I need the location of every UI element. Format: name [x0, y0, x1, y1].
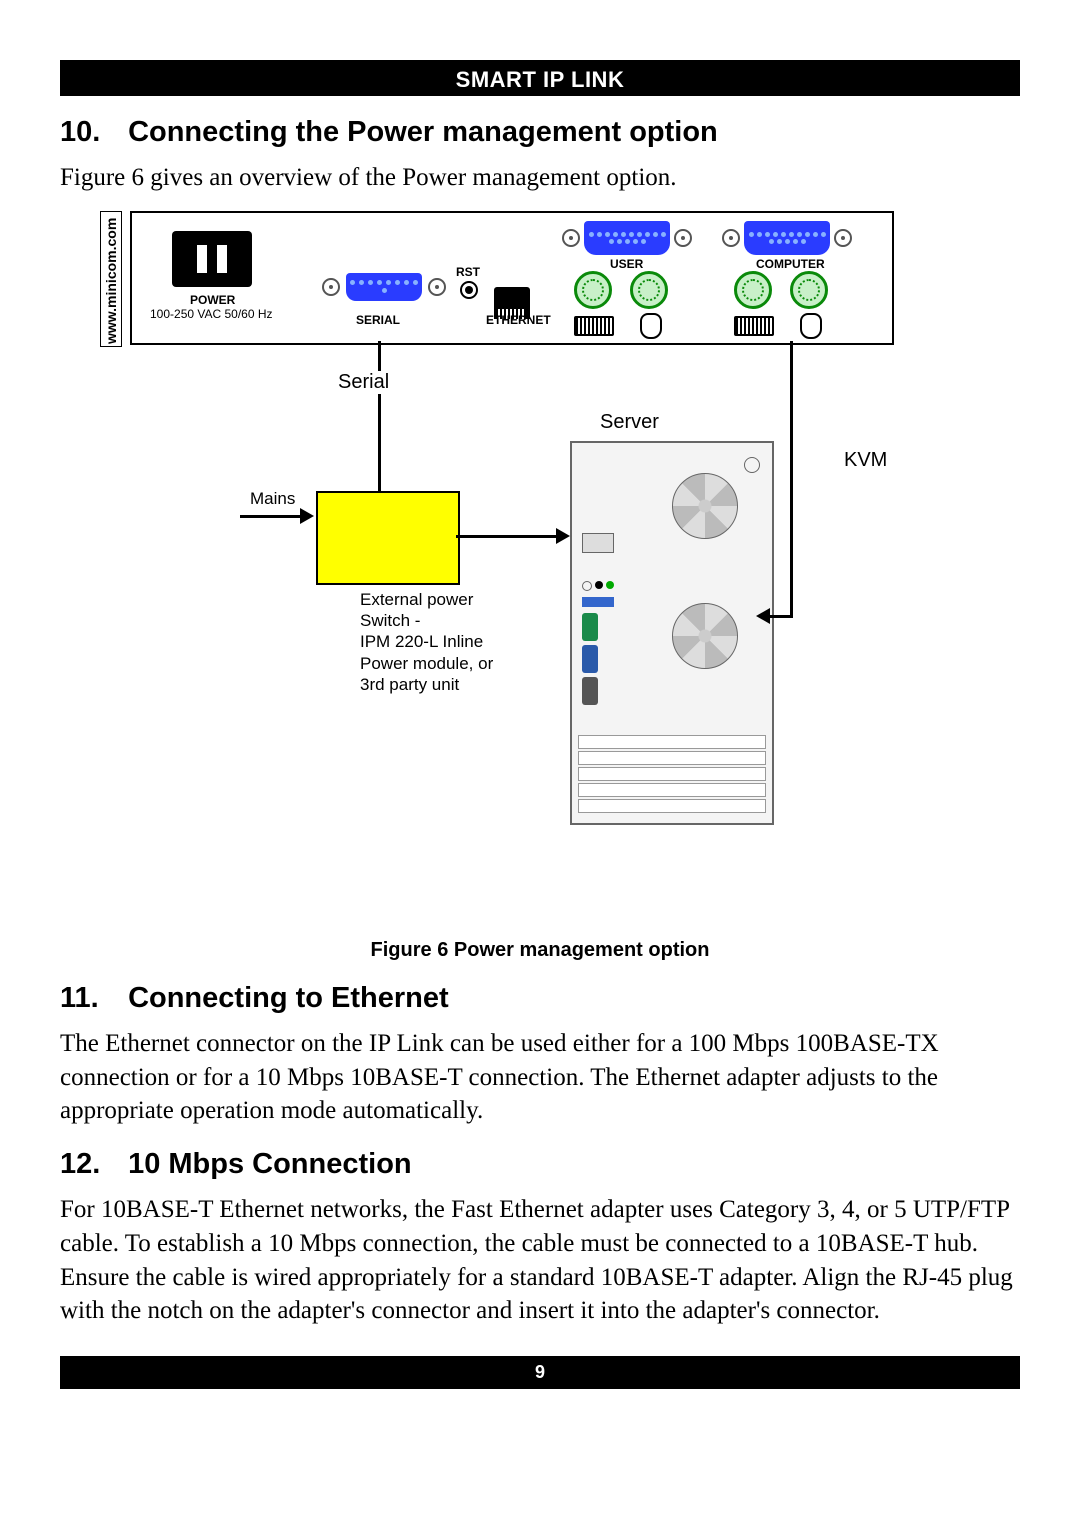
section-number: 11. [60, 982, 120, 1015]
header-bar: SMART IP LINK [60, 60, 1020, 96]
mains-arrow-line [240, 515, 300, 518]
user-vga [562, 221, 692, 255]
mouse-icon [800, 313, 822, 339]
power-sub-label: 100-250 VAC 50/60 Hz [150, 307, 273, 321]
screw-icon [674, 229, 692, 247]
ext-line5: 3rd party unit [360, 675, 459, 694]
section-number: 12. [60, 1148, 120, 1181]
mains-label: Mains [250, 489, 295, 509]
kvm-line-v [790, 341, 793, 615]
section-heading-12: 12. 10 Mbps Connection [60, 1148, 1020, 1181]
screw-icon [722, 229, 740, 247]
serial-label: Serial [332, 371, 395, 394]
computer-vga [722, 221, 852, 255]
ps2-mouse-icon [630, 271, 668, 309]
rst-label: RST [456, 265, 480, 279]
section-11-paragraph: The Ethernet connector on the IP Link ca… [60, 1027, 1020, 1128]
computer-icons [734, 313, 822, 339]
kvm-label: KVM [844, 449, 887, 472]
user-icons [574, 313, 662, 339]
kvm-line-h [770, 615, 793, 618]
power-inlet [172, 231, 252, 287]
section-number: 10. [60, 116, 120, 149]
external-power-switch-box [316, 491, 460, 585]
ext-line2: Switch - [360, 611, 420, 630]
power-plug-icon [172, 231, 252, 287]
keyboard-icon [574, 316, 614, 336]
brand-label: www.minicom.com [100, 211, 122, 347]
computer-ps2-row [734, 271, 828, 309]
ps2-keyboard-icon [574, 271, 612, 309]
section-heading-11: 11. Connecting to Ethernet [60, 982, 1020, 1015]
fan-icon [672, 473, 738, 539]
to-server-line [456, 535, 556, 538]
section-12-paragraph: For 10BASE-T Ethernet networks, the Fast… [60, 1193, 1020, 1328]
server-ports [582, 533, 618, 708]
expansion-slots [572, 733, 772, 815]
mouse-icon [640, 313, 662, 339]
ip-link-rear-panel: POWER 100-250 VAC 50/60 Hz SERIAL RST ET… [130, 211, 894, 345]
ethernet-label: ETHERNET [486, 313, 551, 327]
screw-icon [834, 229, 852, 247]
section-title: Connecting the Power management option [128, 116, 718, 148]
to-server-arrow-head [556, 528, 570, 544]
section-title: 10 Mbps Connection [128, 1148, 412, 1180]
vga-connector-icon [584, 221, 670, 255]
screw-icon [322, 278, 340, 296]
user-label: USER [610, 257, 643, 271]
fan-icon [672, 603, 738, 669]
serial-port [322, 273, 446, 301]
user-ps2-row [574, 271, 668, 309]
header-title: SMART IP LINK [456, 67, 625, 92]
vga-connector-icon [744, 221, 830, 255]
external-power-caption: External power Switch - IPM 220-L Inline… [360, 589, 493, 695]
screw-icon [562, 229, 580, 247]
footer-bar: 9 [60, 1356, 1020, 1389]
ps2-mouse-icon [790, 271, 828, 309]
reset-button-icon [460, 281, 478, 299]
server-tower [570, 441, 774, 825]
keyboard-icon [734, 316, 774, 336]
kvm-arrow-head [756, 608, 770, 624]
mains-arrow-head [300, 508, 314, 524]
ps2-keyboard-icon [734, 271, 772, 309]
section-heading-10: 10. Connecting the Power management opti… [60, 116, 1020, 149]
serial-port-label: SERIAL [356, 313, 400, 327]
ext-line4: Power module, or [360, 654, 493, 673]
power-label: POWER [190, 293, 235, 307]
ext-line3: IPM 220-L Inline [360, 632, 483, 651]
screw-icon [428, 278, 446, 296]
section-10-paragraph: Figure 6 gives an overview of the Power … [60, 161, 1020, 195]
screw-icon [744, 457, 760, 473]
computer-label: COMPUTER [756, 257, 825, 271]
section-title: Connecting to Ethernet [128, 982, 449, 1014]
server-label: Server [600, 411, 659, 434]
ext-line1: External power [360, 590, 473, 609]
figure-6: www.minicom.com POWER 100-250 VAC 50/60 … [100, 211, 980, 931]
figure-caption: Figure 6 Power management option [60, 939, 1020, 962]
page-number: 9 [535, 1362, 545, 1382]
serial-line [378, 341, 381, 491]
db9-connector-icon [346, 273, 422, 301]
